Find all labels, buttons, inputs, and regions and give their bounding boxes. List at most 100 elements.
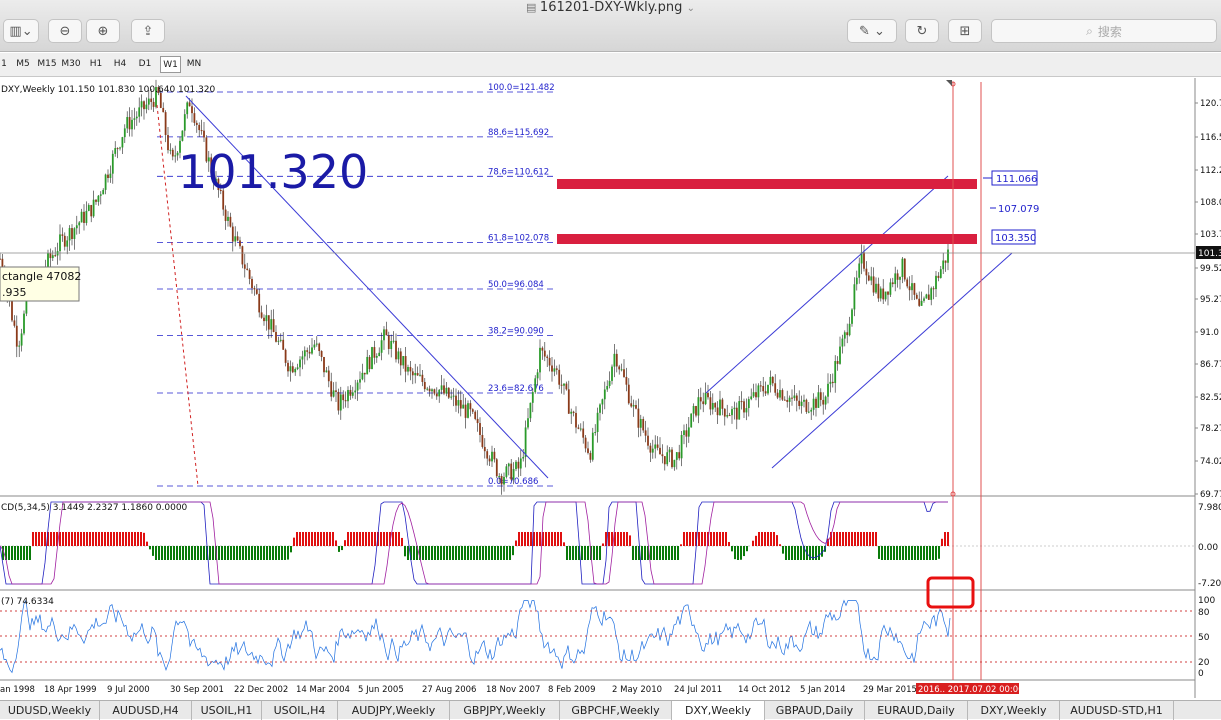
macd-histogram-bar (95, 532, 97, 546)
candle-body (385, 329, 388, 336)
candle-body (623, 369, 625, 377)
tf-m1[interactable]: 1 (0, 56, 8, 73)
tab-euraud-daily[interactable]: EURAUD,Daily (865, 701, 968, 720)
chevron-down-icon[interactable]: ⌄ (687, 3, 695, 14)
tf-d1[interactable]: D1 (135, 56, 155, 73)
candle-body (788, 397, 791, 402)
candle-body (263, 317, 265, 322)
macd-histogram-bar (350, 532, 352, 546)
macd-histogram-bar (452, 546, 454, 560)
candle-body (515, 461, 517, 470)
candle-body (325, 370, 328, 373)
tab-dxy-weekly-active[interactable]: DXY,Weekly (672, 701, 765, 720)
tab-gbpchf-weekly[interactable]: GBPCHF,Weekly (560, 701, 672, 720)
resistance-zone-upper[interactable] (557, 179, 977, 189)
tf-h4[interactable]: H4 (110, 56, 130, 73)
candle-body (143, 101, 145, 110)
macd-histogram-bar (557, 532, 559, 546)
candle-body (486, 451, 489, 459)
big-price-label[interactable]: 101.320 (178, 145, 368, 199)
macd-histogram-bar (278, 546, 280, 560)
candle-body (947, 249, 949, 263)
macd-histogram-bar (287, 546, 289, 560)
sidebar-toggle-button[interactable]: ▥⌄ (3, 19, 39, 43)
macd-histogram-bar (629, 535, 631, 546)
candle-body (649, 445, 652, 453)
target-label-2[interactable]: 107.079 (998, 204, 1039, 215)
tf-m15[interactable]: M15 (36, 56, 58, 73)
macd-histogram-bar (689, 532, 691, 546)
candle-body (757, 385, 760, 398)
candle-body (755, 392, 757, 398)
macd-histogram-bar (11, 546, 13, 560)
macd-histogram-bar (575, 546, 577, 560)
candle-body (702, 401, 705, 405)
tab-audjpy-weekly[interactable]: AUDJPY,Weekly (338, 701, 450, 720)
zoom-in-button[interactable]: ⊕ (86, 19, 120, 43)
macd-histogram-bar (221, 546, 223, 560)
tf-mn[interactable]: MN (184, 56, 204, 73)
macd-histogram-bar (20, 546, 22, 560)
tab-gbpaud-daily[interactable]: GBPAUD,Daily (765, 701, 865, 720)
macd-histogram-bar (431, 546, 433, 560)
tf-w1[interactable]: W1 (160, 56, 181, 73)
candle-body (162, 107, 165, 113)
candle-body (764, 391, 767, 394)
macd-histogram-bar (662, 546, 664, 560)
macd-histogram-bar (485, 546, 487, 560)
candle-body (704, 392, 707, 405)
candle-body (690, 413, 693, 428)
candle-body (455, 395, 457, 406)
rotate-button[interactable]: ↻ (905, 19, 939, 43)
macd-histogram-bar (236, 546, 238, 560)
share-button[interactable]: ⇪ (131, 19, 165, 43)
macd-histogram-bar (113, 532, 115, 546)
macd-histogram-bar (488, 546, 490, 560)
macd-histogram-bar (887, 546, 889, 560)
macd-histogram-bar (461, 546, 463, 560)
candle-body (589, 452, 592, 460)
resistance-zone-lower[interactable] (557, 234, 977, 244)
macd-histogram-bar (71, 532, 73, 546)
candle-body (438, 389, 441, 397)
candle-body (404, 356, 407, 372)
macd-histogram-bar (434, 546, 436, 560)
price-chart[interactable]: 100.0=121.482 88.6=115.692 78.6=110.612 61.… (0, 78, 1221, 698)
macd-histogram-bar (608, 532, 610, 546)
candle-body (431, 389, 433, 392)
candle-body (239, 240, 241, 247)
macd-histogram-bar (368, 532, 370, 546)
window-title[interactable]: ▤ 161201-DXY-Wkly.png ⌄ (0, 0, 1221, 17)
tab-gbpjpy-weekly[interactable]: GBPJPY,Weekly (450, 701, 560, 720)
stoch-header: (7) 74.6334 (1, 597, 54, 607)
tab-audusd-std-h1[interactable]: AUDUSD-STD,H1 (1060, 701, 1174, 720)
tf-m5[interactable]: M5 (12, 56, 34, 73)
candle-body (390, 340, 393, 349)
candle-body (884, 291, 887, 300)
markup-button[interactable]: ✎ ⌄ (847, 19, 897, 43)
tab-audusd-h4[interactable]: AUDUSD,H4 (100, 701, 192, 720)
macd-histogram-bar (131, 532, 133, 546)
candle-body (195, 122, 198, 125)
candle-body (877, 283, 880, 299)
macd-histogram-bar (509, 546, 511, 560)
candle-body (678, 452, 681, 459)
search-field[interactable]: ⌕ 搜索 (991, 19, 1217, 43)
macd-histogram-bar (752, 540, 754, 546)
tab-usoil-h1[interactable]: USOIL,H1 (192, 701, 262, 720)
macd-histogram-bar (230, 546, 232, 560)
zoom-out-button[interactable]: ⊖ (48, 19, 82, 43)
macd-histogram-bar (146, 541, 148, 546)
candle-body (783, 399, 786, 401)
tf-m30[interactable]: M30 (60, 56, 82, 73)
tab-dxy-weekly[interactable]: DXY,Weekly (968, 701, 1060, 720)
tab-usoil-h4[interactable]: USOIL,H4 (262, 701, 338, 720)
candle-body (659, 447, 661, 455)
fib-label: 100.0=121.482 (488, 83, 555, 93)
candle-body (371, 347, 373, 370)
toolbox-button[interactable]: ⊞ (948, 19, 982, 43)
sidebar-icon: ▥⌄ (9, 23, 33, 39)
candle-body (944, 260, 947, 263)
tf-h1[interactable]: H1 (86, 56, 106, 73)
tab-udusd-weekly[interactable]: UDUSD,Weekly (0, 701, 100, 720)
